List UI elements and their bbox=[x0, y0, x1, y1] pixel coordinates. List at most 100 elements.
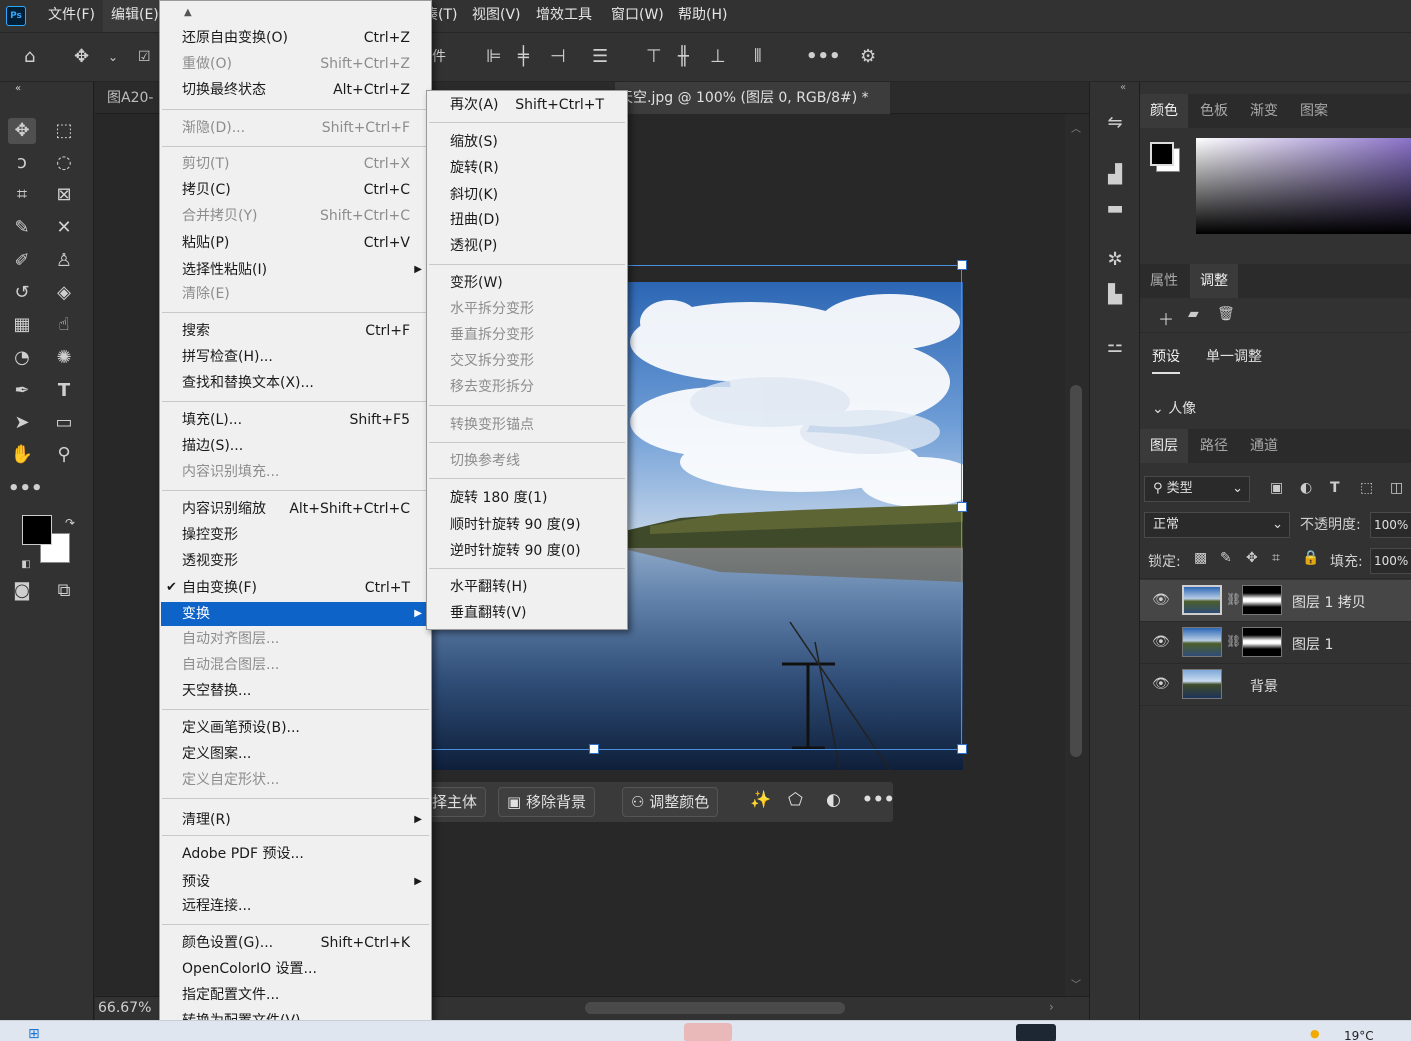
smudge-tool-icon[interactable]: ☝ bbox=[50, 312, 78, 338]
align-middle-icon[interactable]: ╫ bbox=[678, 45, 689, 69]
transform-handle-br[interactable] bbox=[957, 744, 967, 754]
submenu-item-split-vertical[interactable]: 垂直拆分变形 bbox=[428, 323, 626, 347]
menu-item-content-aware-fill[interactable]: 内容识别填充... bbox=[161, 460, 430, 484]
auto-select-checkbox[interactable]: ☑ bbox=[138, 45, 151, 69]
menu-item-purge[interactable]: 清理(R) ▶ bbox=[161, 808, 430, 832]
menu-item-auto-blend[interactable]: 自动混合图层... bbox=[161, 653, 430, 677]
submenu-item-skew[interactable]: 斜切(K) bbox=[428, 183, 626, 207]
quick-select-tool-icon[interactable]: ◌ bbox=[50, 150, 78, 176]
menu-item-define-pattern[interactable]: 定义图案... bbox=[161, 742, 430, 766]
gear-icon[interactable]: ⚙ bbox=[860, 45, 876, 69]
magic-icon[interactable]: ✨ bbox=[750, 790, 771, 810]
layer-row[interactable]: 👁 背景 bbox=[1140, 664, 1411, 706]
lock-artboard-icon[interactable]: ⌗ bbox=[1272, 550, 1280, 566]
lock-paint-icon[interactable]: ✎ bbox=[1220, 550, 1232, 566]
taskbar-app-icon[interactable] bbox=[684, 1023, 732, 1041]
pen-tool-icon[interactable]: ✒ bbox=[8, 378, 36, 404]
histogram-icon[interactable]: ▙ bbox=[1102, 282, 1128, 308]
submenu-item-rotate-90-cw[interactable]: 顺时针旋转 90 度(9) bbox=[428, 513, 626, 537]
healing-tool-icon[interactable]: ✕ bbox=[50, 215, 78, 241]
menu-item-remote-connections[interactable]: 远程连接... bbox=[161, 894, 430, 918]
frame-tool-icon[interactable]: ⊠ bbox=[50, 182, 78, 208]
plugins-icon[interactable]: ▟ bbox=[1102, 162, 1128, 188]
marquee-tool-icon[interactable]: ⬚ bbox=[50, 118, 78, 144]
menu-item-undo[interactable]: 还原自由变换(O) Ctrl+Z bbox=[161, 26, 430, 50]
sponge-tool-icon[interactable]: ✺ bbox=[50, 345, 78, 371]
crop-tool-icon[interactable]: ⌗ bbox=[8, 182, 36, 208]
align-center-icon[interactable]: ╪ bbox=[518, 45, 529, 69]
filter-smart-icon[interactable]: ◫ bbox=[1390, 480, 1403, 496]
visibility-eye-icon[interactable]: 👁 bbox=[1152, 634, 1170, 650]
add-icon[interactable]: ＋ bbox=[1158, 306, 1174, 330]
doc-tab-1[interactable]: 图A20- bbox=[97, 82, 163, 114]
remove-background-button[interactable]: ▣ 移除背景 bbox=[498, 787, 595, 817]
tab-color[interactable]: 颜色 bbox=[1140, 94, 1188, 128]
menu-item-perspective-warp[interactable]: 透视变形 bbox=[161, 549, 430, 573]
doc-tab-2[interactable]: 天空.jpg @ 100% (图层 0, RGB/8#) * × bbox=[615, 82, 890, 138]
lasso-tool-icon[interactable]: ↄ bbox=[8, 150, 36, 176]
menu-item-free-transform[interactable]: ✔ 自由变换(F) Ctrl+T bbox=[161, 576, 430, 600]
folder-icon[interactable]: ▰ bbox=[1188, 306, 1199, 322]
brush-settings-icon[interactable]: ✲ bbox=[1102, 247, 1128, 273]
tab-presets[interactable]: 预设 bbox=[1152, 346, 1180, 374]
visibility-eye-icon[interactable]: 👁 bbox=[1152, 676, 1170, 692]
submenu-item-flip-horizontal[interactable]: 水平翻转(H) bbox=[428, 575, 626, 599]
menu-item-copy-merged[interactable]: 合并拷贝(Y) Shift+Ctrl+C bbox=[161, 204, 430, 228]
portrait-group[interactable]: ⌄ 人像 bbox=[1152, 398, 1196, 418]
menu-edit[interactable]: 编辑(E) bbox=[102, 0, 167, 32]
filter-adjust-icon[interactable]: ◐ bbox=[1300, 480, 1312, 496]
submenu-item-split-cross[interactable]: 交叉拆分变形 bbox=[428, 349, 626, 373]
menu-item-spell-check[interactable]: 拼写检查(H)... bbox=[161, 345, 430, 369]
layer-filter-select[interactable]: ⚲ 类型 ⌄ bbox=[1144, 476, 1250, 502]
menu-view[interactable]: 视图(V) bbox=[464, 0, 529, 32]
history-brush-tool-icon[interactable]: ↺ bbox=[8, 280, 36, 306]
tab-single-adjust[interactable]: 单一调整 bbox=[1206, 346, 1262, 366]
scroll-right-icon[interactable]: › bbox=[1049, 1000, 1054, 1014]
rectangle-tool-icon[interactable]: ▭ bbox=[50, 410, 78, 436]
collapse-icon[interactable]: « bbox=[4, 84, 32, 94]
stamp-tool-icon[interactable]: ♙ bbox=[50, 248, 78, 274]
menu-item-content-aware-scale[interactable]: 内容识别缩放 Alt+Shift+Ctrl+C bbox=[161, 497, 430, 521]
hand-tool-icon[interactable]: ✋ bbox=[8, 442, 36, 468]
link-icon[interactable]: ⛓ bbox=[1226, 634, 1241, 648]
zoom-level[interactable]: 66.67% bbox=[98, 1000, 151, 1016]
menu-item-paste[interactable]: 粘贴(P) Ctrl+V bbox=[161, 231, 430, 255]
menu-item-paste-special[interactable]: 选择性粘贴(I) ▶ bbox=[161, 258, 430, 282]
move-tool-icon[interactable]: ✥ bbox=[74, 45, 89, 69]
link-icon[interactable]: ⛓ bbox=[1226, 592, 1241, 606]
transform-handle-b[interactable] bbox=[589, 744, 599, 754]
menu-item-copy[interactable]: 拷贝(C) Ctrl+C bbox=[161, 178, 430, 202]
tab-gradients[interactable]: 渐变 bbox=[1240, 94, 1288, 128]
clone-source-icon[interactable]: ⚍ bbox=[1102, 334, 1128, 360]
fg-color-chip[interactable] bbox=[1150, 142, 1174, 166]
submenu-item-toggle-reference[interactable]: 转换变形锚点 bbox=[428, 413, 626, 437]
default-colors-icon[interactable]: ◧ bbox=[12, 552, 40, 578]
comments-icon[interactable]: ▬ bbox=[1102, 196, 1128, 222]
swap-colors-icon[interactable]: ↷ bbox=[56, 510, 84, 536]
menu-item-clear[interactable]: 清除(E) bbox=[161, 282, 430, 306]
path-select-tool-icon[interactable]: ➤ bbox=[8, 410, 36, 436]
submenu-item-rotate-180[interactable]: 旋转 180 度(1) bbox=[428, 486, 626, 510]
menu-item-toggle-last-state[interactable]: 切换最终状态 Alt+Ctrl+Z bbox=[161, 78, 430, 102]
tab-adjustments[interactable]: 调整 bbox=[1190, 264, 1238, 298]
opacity-field[interactable]: 100% bbox=[1370, 512, 1411, 538]
blend-mode-select[interactable]: 正常 ⌄ bbox=[1144, 512, 1290, 538]
fill-field[interactable]: 100% bbox=[1370, 548, 1411, 574]
menu-item-cut[interactable]: 剪切(T) Ctrl+X bbox=[161, 152, 430, 176]
quick-mask-icon[interactable]: ◙ bbox=[8, 578, 36, 604]
home-icon[interactable]: ⌂ bbox=[24, 45, 35, 69]
scroll-up-arrow-icon[interactable]: ▲ bbox=[184, 7, 192, 18]
menu-item-stroke[interactable]: 描边(S)... bbox=[161, 434, 430, 458]
submenu-item-again[interactable]: 再次(A) Shift+Ctrl+T bbox=[428, 93, 626, 117]
trash-icon[interactable]: 🗑 bbox=[1217, 306, 1235, 322]
menu-item-sky-replacement[interactable]: 天空替换... bbox=[161, 679, 430, 703]
transform-handle-tr[interactable] bbox=[957, 260, 967, 270]
menu-item-ocio-settings[interactable]: OpenColorIO 设置... bbox=[161, 957, 430, 981]
submenu-item-split-horizontal[interactable]: 水平拆分变形 bbox=[428, 297, 626, 321]
menu-item-puppet-warp[interactable]: 操控变形 bbox=[161, 523, 430, 547]
adjust-color-button[interactable]: ⚇ 调整颜色 bbox=[622, 787, 719, 817]
filter-type-icon[interactable]: T bbox=[1330, 480, 1340, 496]
menu-item-fade[interactable]: 渐隐(D)... Shift+Ctrl+F bbox=[161, 116, 430, 140]
align-left-icon[interactable]: ⊫ bbox=[486, 45, 502, 69]
menu-item-pdf-presets[interactable]: Adobe PDF 预设... bbox=[161, 842, 430, 866]
